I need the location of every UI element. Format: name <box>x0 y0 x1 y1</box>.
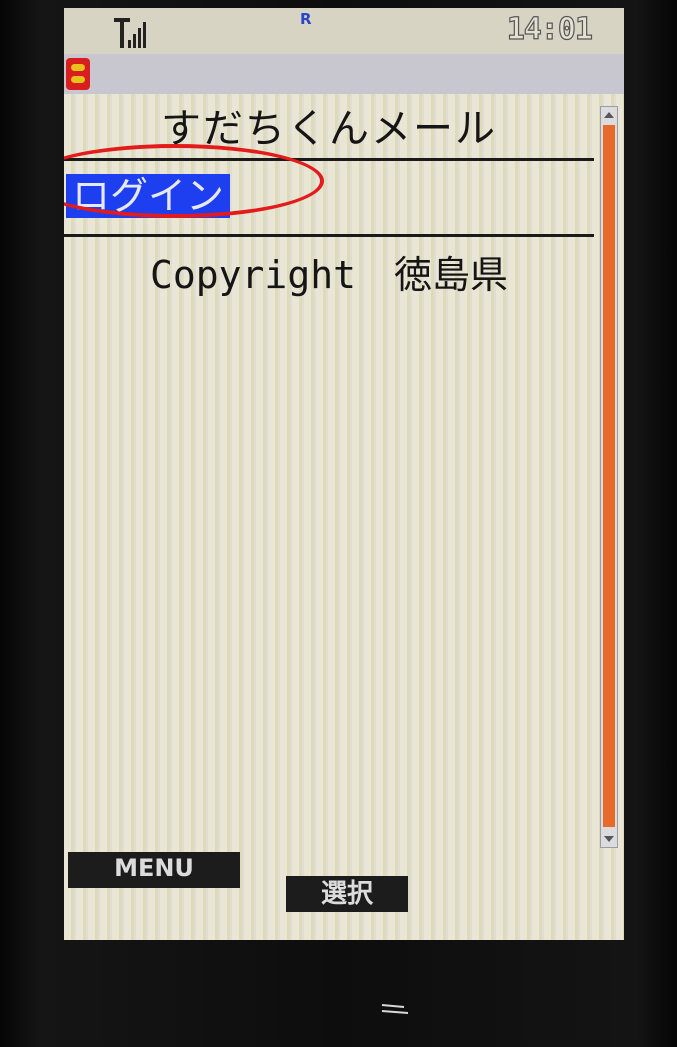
page-title: すだちくんメール <box>161 106 497 152</box>
login-link[interactable]: ログイン <box>66 174 231 218</box>
menu-softkey[interactable]: MENU <box>68 852 240 888</box>
signal-strength-icon <box>114 18 146 48</box>
scroll-down-arrow-icon[interactable] <box>604 836 614 842</box>
scrollbar-thumb[interactable] <box>603 125 615 827</box>
divider-bottom <box>64 234 594 237</box>
clock: 14:01 <box>506 11 594 47</box>
roaming-indicator: R <box>300 10 312 28</box>
app-mail-icon <box>66 58 90 90</box>
scrollbar[interactable] <box>600 106 618 848</box>
status-bar: R 14:01 <box>64 8 624 54</box>
copyright-text: Copyright 徳島県 <box>150 253 508 297</box>
speaker-grille-icon <box>381 1004 409 1014</box>
select-softkey[interactable]: 選択 <box>286 876 408 912</box>
phone-body: R 14:01 すだちくんメール ログイン Copyright 徳島県 MENU… <box>0 0 677 1047</box>
phone-screen: R 14:01 すだちくんメール ログイン Copyright 徳島県 MENU… <box>64 8 624 940</box>
app-indicator-bar <box>64 54 624 94</box>
divider-top <box>64 158 594 161</box>
scroll-up-arrow-icon[interactable] <box>604 112 614 118</box>
